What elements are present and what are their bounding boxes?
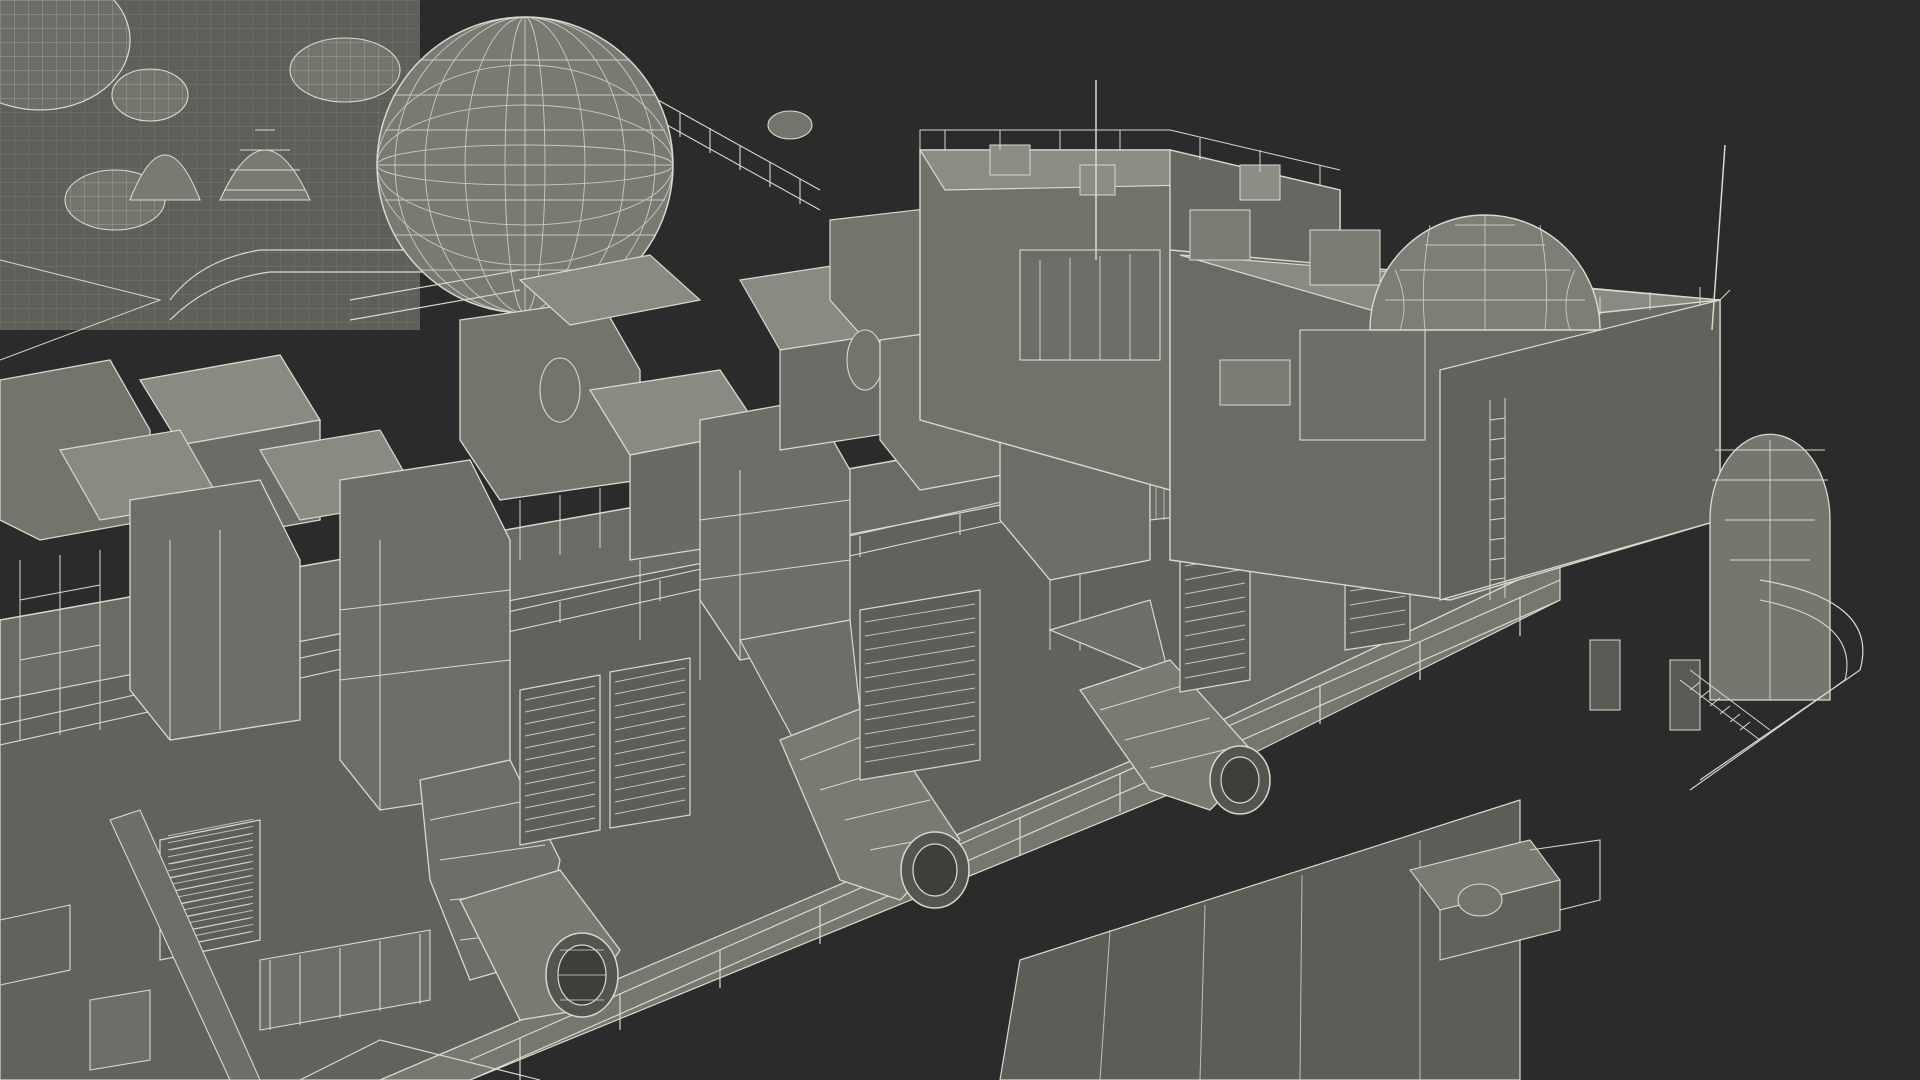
wireframe-render-viewport: [0, 0, 1920, 1080]
